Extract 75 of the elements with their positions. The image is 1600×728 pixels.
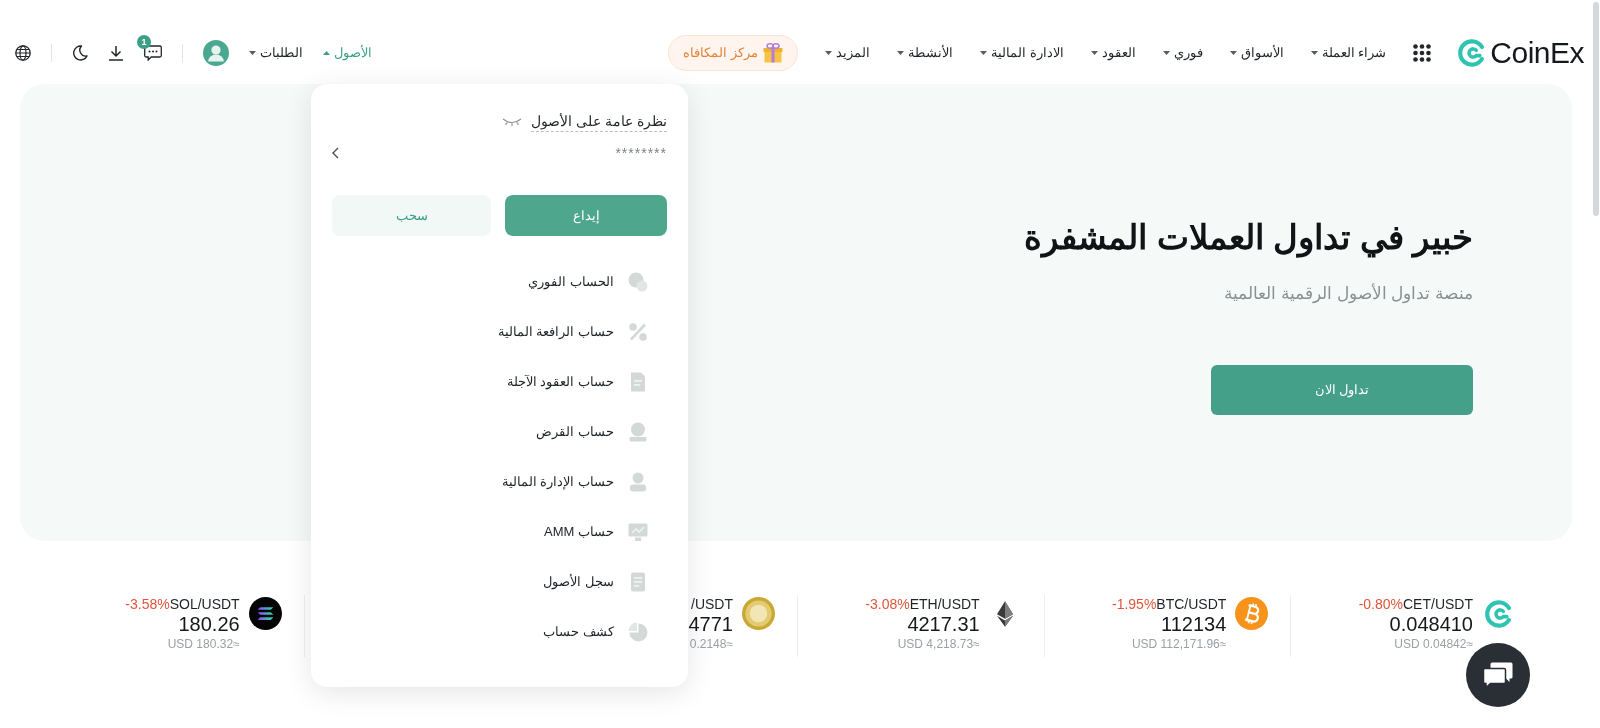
usd-price-text: USD 180.32≈ <box>167 636 240 652</box>
caret-icon <box>1229 51 1237 55</box>
gift-icon <box>763 43 784 63</box>
usd-price-text: USD 0.04842≈ <box>1394 636 1473 652</box>
assets-overview-link[interactable]: نظرة عامة على الأصول <box>531 112 667 132</box>
chevron-left-icon[interactable] <box>332 147 339 159</box>
caret-icon <box>1162 51 1170 55</box>
globe-icon[interactable] <box>15 45 31 61</box>
price-text: 112134 <box>1161 612 1227 636</box>
pie-chart-icon <box>628 622 648 642</box>
account-menu-item[interactable]: حساب العقود الآجلة <box>506 357 648 407</box>
closed-eye-icon[interactable] <box>502 118 523 126</box>
avatar-icon[interactable] <box>203 40 229 66</box>
price-change-text: -0.80% <box>1358 596 1403 612</box>
caret-icon <box>980 51 988 55</box>
solana-icon <box>248 597 282 630</box>
moon-icon[interactable] <box>72 45 88 61</box>
price-change-text: -3.58% <box>125 596 170 612</box>
logo-icon <box>1458 39 1487 67</box>
hero-title: خبير في تداول العملات المشفرة <box>1024 217 1473 259</box>
document-icon <box>628 372 648 392</box>
caret-icon <box>897 51 905 55</box>
account-menu-item[interactable]: الحساب الفوري <box>528 257 648 307</box>
download-icon[interactable] <box>108 45 124 61</box>
caret-icon <box>1090 51 1098 55</box>
ring-logo-icon <box>1484 599 1513 628</box>
chat-bubbles-icon <box>1483 662 1513 688</box>
nav-menu-button[interactable]: شراء العملة <box>1310 43 1387 63</box>
price-change-text: -1.95% <box>1112 596 1157 612</box>
hidden-balance-text: ******** <box>615 144 667 163</box>
price-text: 4217.31 <box>907 612 980 636</box>
logo-link[interactable]: CoinEx <box>1458 38 1584 68</box>
nav-menu-button[interactable]: فوري <box>1162 43 1203 63</box>
price-change-text: -3.08% <box>865 596 910 612</box>
nav-menu-button[interactable]: الأسواق <box>1229 43 1284 63</box>
price-text: 4771 <box>688 612 733 636</box>
price-text: 180.26 <box>178 612 240 636</box>
percent-icon <box>628 322 648 342</box>
account-menu-item[interactable]: حساب الإدارة المالية <box>501 457 648 507</box>
apps-grid-icon[interactable] <box>1413 44 1432 62</box>
account-menu-item[interactable]: كشف حساب <box>543 607 648 657</box>
nav-menu-button[interactable]: العقود <box>1090 43 1136 63</box>
account-menu-item[interactable]: سجل الأصول <box>543 557 648 607</box>
dogecoin-icon <box>742 597 775 630</box>
price-text: 0.048410 <box>1389 612 1473 636</box>
trading-pair-text: CET/USDT <box>1403 596 1473 612</box>
nav-menu-button[interactable]: الطلبات <box>249 43 303 63</box>
account-menu-item[interactable]: حساب AMM <box>544 507 648 557</box>
trading-pair-text: ETH/USDT <box>909 596 980 612</box>
nav-menu-button[interactable]: الادارة المالية <box>980 43 1064 63</box>
nav-menu-button[interactable]: المزيد <box>825 43 871 63</box>
ethereum-icon <box>997 600 1014 627</box>
hero-subtitle: منصة تداول الأصول الرقمية العالمية <box>1224 282 1473 306</box>
notification-badge: 1 <box>137 35 151 49</box>
usd-price-text: USD 112,171.96≈ <box>1131 636 1227 652</box>
scrollbar-thumb[interactable] <box>1593 2 1599 216</box>
caret-icon <box>323 51 330 55</box>
coin-stand-icon <box>628 422 648 442</box>
account-menu-item[interactable]: حساب القرض <box>536 407 648 457</box>
chart-monitor-icon <box>628 522 648 542</box>
caret-icon <box>825 51 833 55</box>
person-icon <box>628 472 648 492</box>
bitcoin-icon <box>1235 597 1269 630</box>
caret-icon <box>249 51 256 55</box>
caret-icon <box>1310 51 1318 55</box>
account-menu-item[interactable]: حساب الرافعة المالية <box>497 307 648 357</box>
nav-menu-button[interactable]: الأنشطة <box>897 43 954 63</box>
trading-pair-text: /USDT <box>691 596 733 612</box>
coins-icon <box>628 272 648 292</box>
trading-pair-text: BTC/USDT <box>1156 596 1227 612</box>
usd-price-text: 0.2148≈ <box>689 636 733 652</box>
usd-price-text: USD 4,218.73≈ <box>897 636 980 652</box>
trading-pair-text: SOL/USDT <box>169 596 240 612</box>
chat-icon[interactable] <box>144 45 162 61</box>
list-document-icon <box>628 572 648 592</box>
